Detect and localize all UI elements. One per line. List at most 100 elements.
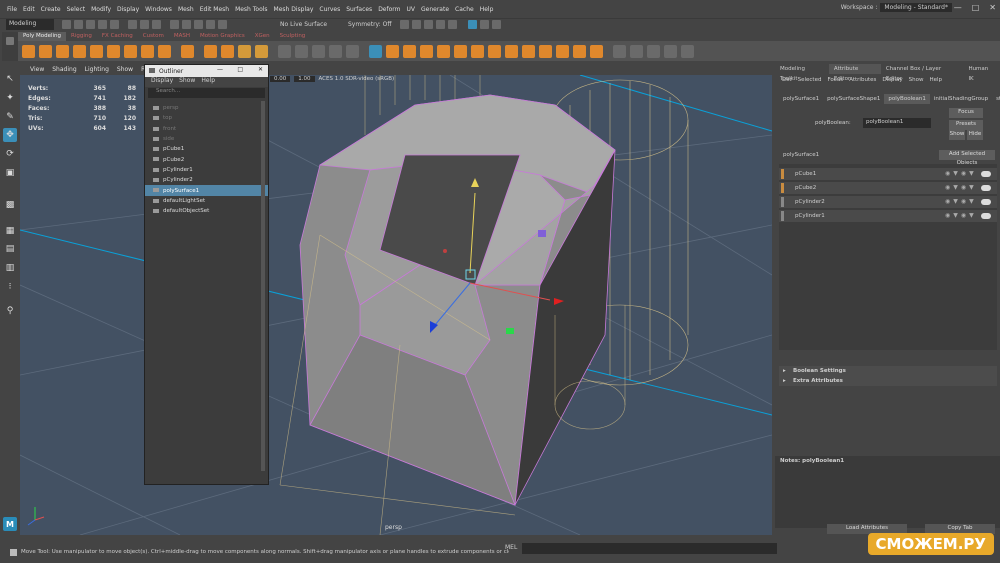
move-tool-icon[interactable]: ✥	[3, 128, 17, 142]
outliner-item-front[interactable]: front	[145, 124, 268, 134]
outliner-menu-display[interactable]: Display	[148, 77, 176, 87]
input-visibility-toggle[interactable]	[981, 213, 991, 219]
snap-view-plane-icon[interactable]	[206, 20, 215, 29]
outliner-item-defaultlightset[interactable]: defaultLightSet	[145, 196, 268, 206]
outliner-scrollbar[interactable]	[261, 101, 265, 471]
node-tab-polysurfaceshape1[interactable]: polySurfaceShape1	[823, 94, 884, 104]
menu-mesh[interactable]: Mesh	[175, 6, 197, 13]
delete-edge-icon[interactable]	[681, 44, 694, 58]
menu-help[interactable]: Help	[477, 6, 497, 13]
node-tab-polyboolean1[interactable]: polyBoolean1	[884, 94, 930, 104]
new-scene-icon[interactable]	[62, 20, 71, 29]
menu-edit-mesh[interactable]: Edit Mesh	[197, 6, 232, 13]
outliner-titlebar[interactable]: Outliner — □ ✕	[145, 65, 268, 77]
mirror-icon[interactable]	[278, 44, 291, 58]
undo-icon[interactable]	[98, 20, 107, 29]
target-weld-icon[interactable]	[505, 44, 518, 58]
smooth-icon[interactable]	[295, 44, 308, 58]
platonic-solid-icon[interactable]	[141, 44, 154, 58]
symmetry-dropdown[interactable]: Symmetry: Off	[348, 21, 391, 28]
poly-plane-icon[interactable]	[107, 44, 120, 58]
menu-cache[interactable]: Cache	[452, 6, 477, 13]
poly-disc-icon[interactable]	[124, 44, 137, 58]
node-tab-initialshadinggroup[interactable]: initialShadingGroup	[930, 94, 992, 104]
fill-hole-icon[interactable]	[454, 44, 467, 58]
redo-icon[interactable]	[110, 20, 119, 29]
outliner-minimize-icon[interactable]: —	[217, 66, 223, 73]
save-scene-icon[interactable]	[86, 20, 95, 29]
workspace-value[interactable]: Modeling - Standard*	[880, 3, 952, 12]
menu-file[interactable]: File	[4, 6, 20, 13]
shelf-tab-custom[interactable]: Custom	[138, 32, 169, 41]
select-hierarchy-icon[interactable]	[128, 20, 137, 29]
quad-draw-icon[interactable]	[539, 44, 552, 58]
input-operation-icon[interactable]: ◉▼◉▼	[945, 184, 975, 192]
graph-layout-icon[interactable]: ⁝	[3, 280, 17, 294]
boolean-input-row[interactable]: pCube1 ◉▼◉▼	[779, 168, 997, 180]
outliner-menu-show[interactable]: Show	[176, 77, 198, 87]
outliner-item-pcube2[interactable]: pCube2	[145, 154, 268, 164]
minimize-icon[interactable]: —	[954, 3, 962, 12]
boolean-settings-section[interactable]: ▸ Boolean Settings	[779, 366, 997, 376]
ae-menu-selected[interactable]: Selected	[795, 74, 825, 86]
node-tab-polysurface1[interactable]: polySurface1	[779, 94, 823, 104]
polyboolean-name-field[interactable]: polyBoolean1	[863, 118, 931, 128]
remesh-icon[interactable]	[329, 44, 342, 58]
viewport-3d[interactable]	[20, 75, 772, 535]
outliner-item-side[interactable]: side	[145, 134, 268, 144]
poly-sphere-icon[interactable]	[22, 44, 35, 58]
bevel-icon[interactable]	[420, 44, 433, 58]
shelf-settings-icon[interactable]	[6, 37, 14, 45]
ipr-render-icon[interactable]	[424, 20, 433, 29]
outliner-item-defaultobjectset[interactable]: defaultObjectSet	[145, 206, 268, 216]
extrude-icon[interactable]	[386, 44, 399, 58]
toggle-panel-icon[interactable]	[480, 20, 489, 29]
menu-curves[interactable]: Curves	[316, 6, 343, 13]
ae-menu-focus[interactable]: Focus	[824, 74, 846, 86]
extra-attributes-section[interactable]: ▸ Extra Attributes	[779, 376, 997, 386]
close-icon[interactable]: ✕	[989, 3, 996, 12]
input-visibility-toggle[interactable]	[981, 199, 991, 205]
boolean-input-row[interactable]: pCube2 ◉▼◉▼	[779, 182, 997, 194]
menu-create[interactable]: Create	[38, 6, 64, 13]
outliner-item-polysurface1[interactable]: polySurface1	[145, 185, 268, 196]
menu-display[interactable]: Display	[114, 6, 142, 13]
select-tool-icon[interactable]: ↖	[3, 72, 17, 86]
exposure-field[interactable]: 0.00	[270, 76, 291, 82]
render-frame-icon[interactable]	[412, 20, 421, 29]
mode-dropdown[interactable]: Modeling	[6, 19, 54, 30]
single-view-icon[interactable]: ▩	[3, 198, 17, 212]
node-tab-standard[interactable]: standard	[992, 94, 1000, 104]
hypershade-icon[interactable]	[448, 20, 457, 29]
render-settings-icon[interactable]	[436, 20, 445, 29]
notes-area[interactable]: Notes: polyBoolean1	[775, 456, 1000, 528]
merge-icon[interactable]	[664, 44, 677, 58]
outliner-item-pcylinder1[interactable]: pCylinder1	[145, 165, 268, 175]
maximize-icon[interactable]: □	[972, 3, 980, 12]
select-component-icon[interactable]	[152, 20, 161, 29]
ae-menu-display[interactable]: Display	[879, 74, 905, 86]
focus-button[interactable]: Focus	[949, 108, 983, 118]
outliner-search-input[interactable]: Search...	[148, 88, 265, 98]
shelf-tab-rigging[interactable]: Rigging	[66, 32, 97, 41]
poly-torus-icon[interactable]	[90, 44, 103, 58]
boolean-input-row[interactable]: pCylinder1 ◉▼◉▼	[779, 210, 997, 222]
menu-generate[interactable]: Generate	[418, 6, 452, 13]
tab-modeling-toolkit[interactable]: Modeling Toolkit	[775, 64, 829, 82]
poly-cube-icon[interactable]	[39, 44, 52, 58]
outliner-menu-help[interactable]: Help	[198, 77, 218, 87]
manipulator-plane-yz-icon[interactable]	[538, 230, 546, 237]
outliner-item-persp[interactable]: persp	[145, 103, 268, 113]
workspace-selector[interactable]: Workspace : Modeling - Standard*	[841, 3, 952, 12]
render-view-icon[interactable]	[400, 20, 409, 29]
ae-menu-list[interactable]: List	[779, 74, 795, 86]
mel-label[interactable]: MEL	[505, 544, 517, 551]
input-visibility-toggle[interactable]	[981, 171, 991, 177]
outliner-layout-icon[interactable]: ▥	[3, 261, 17, 275]
hide-button[interactable]: Hide	[967, 130, 983, 140]
menu-uv[interactable]: UV	[404, 6, 419, 13]
boolean-input-row[interactable]: pCylinder2 ◉▼◉▼	[779, 196, 997, 208]
super-shape-icon[interactable]	[158, 44, 171, 58]
poly-cone-icon[interactable]	[73, 44, 86, 58]
scale-tool-icon[interactable]: ▣	[3, 166, 17, 180]
